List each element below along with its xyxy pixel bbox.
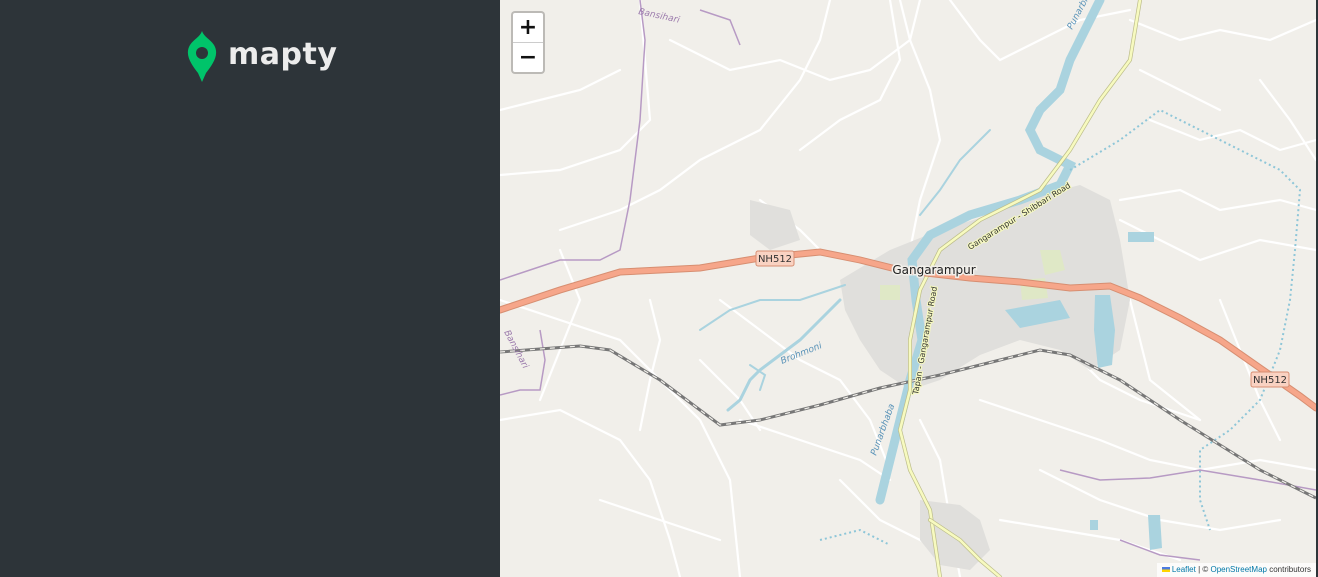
sidebar: mapty — [0, 0, 500, 577]
attribution: Leaflet | © OpenStreetMap contributors — [1156, 563, 1316, 577]
leaflet-link[interactable]: Leaflet — [1172, 565, 1196, 574]
map[interactable]: NH512 NH512 Gangarampur Bansihari Bansih… — [500, 0, 1316, 577]
osm-link[interactable]: OpenStreetMap — [1210, 565, 1266, 574]
logo-text: mapty — [228, 36, 338, 72]
highway-label-1: NH512 — [758, 254, 792, 265]
leaflet-flag-icon — [1161, 567, 1170, 573]
logo: mapty — [186, 28, 337, 84]
attribution-suffix: contributors — [1266, 565, 1311, 574]
town-label: Gangarampur — [892, 263, 975, 277]
zoom-control: + − — [511, 11, 545, 74]
highway-label-2: NH512 — [1253, 375, 1287, 386]
zoom-in-button[interactable]: + — [513, 13, 543, 43]
map-pin-icon — [187, 31, 217, 82]
zoom-out-button[interactable]: − — [513, 43, 543, 72]
attribution-separator: | © — [1195, 565, 1211, 574]
map-tiles[interactable]: NH512 NH512 Gangarampur Bansihari Bansih… — [500, 0, 1316, 577]
